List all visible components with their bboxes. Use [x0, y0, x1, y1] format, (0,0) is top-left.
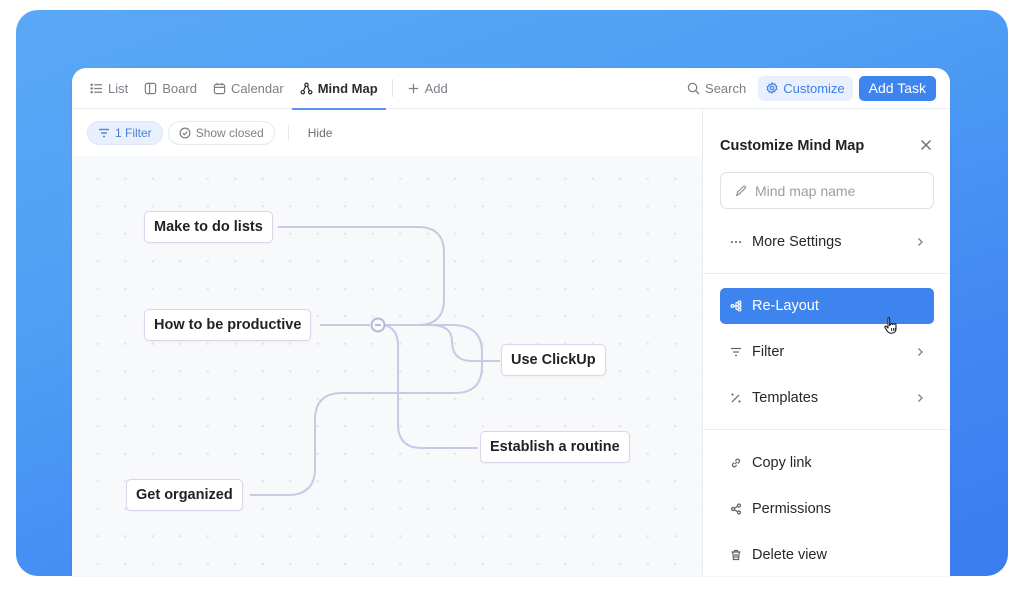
link-icon [731, 458, 741, 468]
panel-title: Customize Mind Map [720, 138, 865, 154]
copy-link-label: Copy link [752, 455, 812, 471]
close-icon[interactable] [919, 138, 933, 152]
customize-button[interactable]: Customize [758, 75, 853, 101]
magic-wand-icon [731, 393, 741, 403]
mind-map-node[interactable]: Use ClickUp [501, 344, 606, 376]
customize-label: Customize [783, 80, 845, 96]
tab-mind-map[interactable]: Mind Map [291, 68, 386, 110]
delete-view-item[interactable]: Delete view [720, 537, 934, 573]
relayout-icon [730, 300, 742, 312]
mind-map-node[interactable]: Get organized [126, 479, 243, 511]
hide-button[interactable]: Hide [302, 126, 339, 140]
add-task-button[interactable]: Add Task [858, 75, 936, 101]
show-closed-label: Show closed [195, 125, 264, 140]
tab-board-label: Board [162, 80, 197, 96]
filter-icon [731, 347, 741, 357]
add-view-label: Add [424, 80, 448, 96]
connector-get-organized [250, 324, 483, 496]
tab-list[interactable]: List [72, 68, 136, 109]
tab-board[interactable]: Board [136, 68, 205, 109]
mind-map-name-field[interactable] [720, 172, 934, 209]
view-tabs-bar: List Board Calendar Mind Map Add Search … [72, 68, 950, 110]
plus-icon [408, 83, 418, 93]
header-actions: Search Customize Add Task [681, 75, 950, 101]
copy-link-item[interactable]: Copy link [720, 445, 934, 481]
list-icon [90, 83, 103, 93]
filter-item[interactable]: Filter [720, 334, 934, 370]
tab-mind-map-label: Mind Map [317, 80, 378, 96]
mind-map-name-input[interactable] [755, 182, 925, 199]
filter-chip-label: 1 Filter [115, 125, 152, 140]
more-settings-label: More Settings [752, 234, 842, 250]
tab-separator [391, 79, 393, 97]
gear-icon [766, 82, 778, 94]
templates-label: Templates [752, 390, 819, 406]
search-icon [687, 82, 700, 95]
calendar-icon [213, 82, 226, 94]
view-toolbar: 1 Filter Show closed Hide [72, 109, 702, 156]
share-icon [730, 503, 742, 515]
permissions-item[interactable]: Permissions [720, 491, 934, 527]
trash-icon [731, 549, 741, 561]
tab-calendar-label: Calendar [230, 80, 284, 96]
panel-divider [703, 429, 950, 430]
filter-icon [99, 128, 109, 137]
delete-view-label: Delete view [752, 547, 827, 563]
filter-chip[interactable]: 1 Filter [87, 120, 163, 145]
board-icon [145, 82, 157, 94]
chevron-right-icon [918, 238, 923, 246]
pencil-icon [735, 185, 747, 196]
re-layout-button[interactable]: Re-Layout [720, 288, 934, 324]
mind-map-node[interactable]: How to be productive [144, 309, 312, 341]
filter-label: Filter [752, 344, 785, 360]
mind-map-node[interactable]: Make to do lists [144, 211, 273, 243]
mind-map-node[interactable]: Establish a routine [480, 431, 630, 463]
customize-panel: Customize Mind Map More Settings Re-Layo… [702, 109, 950, 576]
toolbar-separator [287, 124, 289, 141]
permissions-label: Permissions [752, 501, 831, 517]
templates-item[interactable]: Templates [720, 380, 934, 416]
search-button[interactable]: Search [681, 81, 752, 96]
more-horizontal-icon [731, 241, 741, 243]
tab-list-label: List [108, 80, 129, 96]
mind-map-icon [300, 82, 313, 94]
check-circle-icon [179, 127, 191, 138]
panel-divider [703, 273, 950, 274]
show-closed-chip[interactable]: Show closed [167, 120, 275, 145]
chevron-right-icon [918, 348, 923, 356]
more-settings-item[interactable]: More Settings [720, 224, 934, 260]
connector-establish-a-routine [383, 324, 478, 449]
add-view-button[interactable]: Add [399, 68, 456, 109]
mind-map-canvas[interactable]: Make to do lists How to be productive Us… [72, 156, 702, 576]
search-label: Search [705, 80, 747, 96]
re-layout-label: Re-Layout [752, 298, 819, 314]
chevron-right-icon [918, 394, 923, 402]
tab-calendar[interactable]: Calendar [205, 68, 292, 109]
app-window: List Board Calendar Mind Map Add Search … [72, 68, 950, 576]
